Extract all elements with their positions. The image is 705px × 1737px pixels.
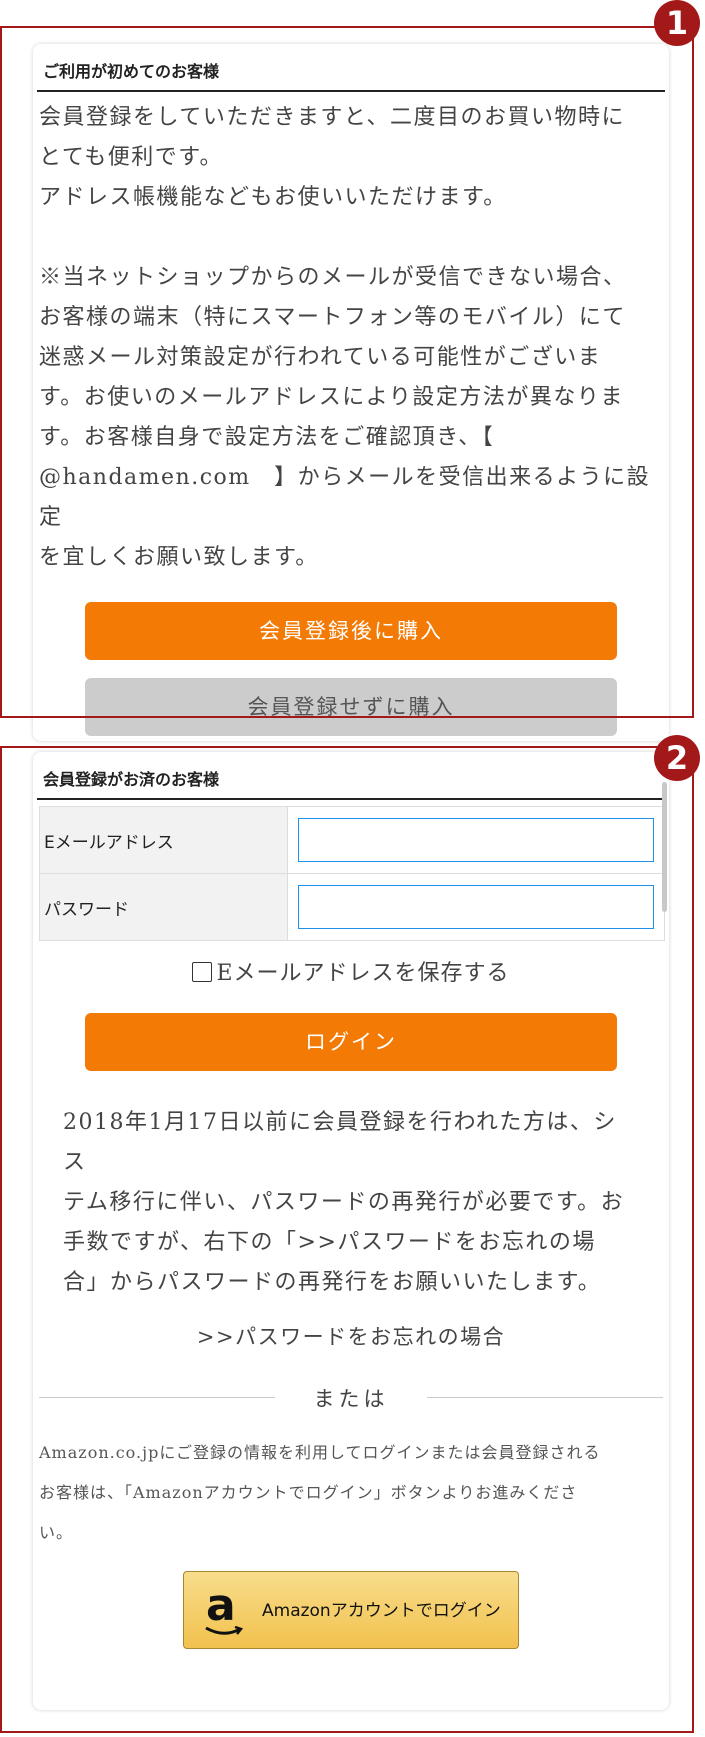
annotation-badge-1: 1 xyxy=(654,0,700,46)
annotation-badge-2: 2 xyxy=(654,735,700,781)
annotation-box-2 xyxy=(0,746,694,1733)
annotation-box-1 xyxy=(0,26,694,718)
